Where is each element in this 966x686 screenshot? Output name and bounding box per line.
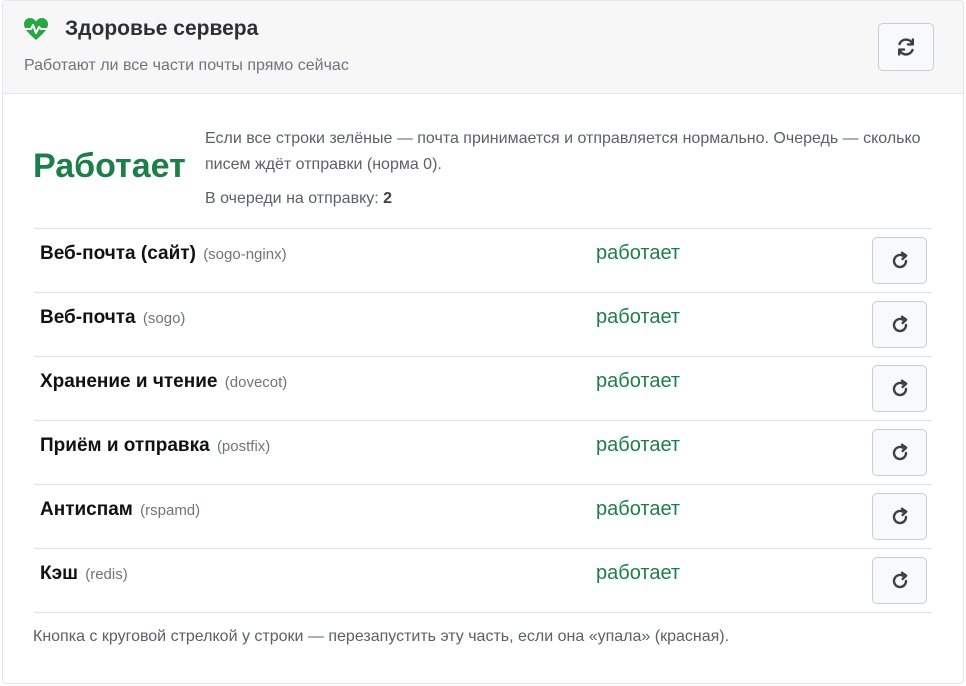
page-title: Здоровье сервера <box>65 17 259 40</box>
status-description: Если все строки зелёные — почта принимае… <box>205 130 921 173</box>
table-row: Приём и отправка (postfix) работает <box>34 420 932 484</box>
service-label: Веб-почта (сайт) <box>40 243 196 264</box>
restart-button[interactable] <box>872 301 927 348</box>
queue-info: В очереди на отправку: 2 <box>205 190 392 208</box>
table-row: Кэш (redis) работает <box>34 548 932 613</box>
service-id: (sogo) <box>142 310 186 327</box>
service-name: Приём и отправка (postfix) <box>40 435 270 457</box>
page-subtitle: Работают ли все части почты прямо сейчас <box>24 57 349 74</box>
refresh-icon <box>897 38 914 56</box>
service-status: работает <box>596 434 681 456</box>
restart-button[interactable] <box>872 493 927 540</box>
service-label: Антиспам <box>40 499 133 520</box>
service-status: работает <box>596 306 681 328</box>
service-id: (dovecot) <box>224 374 288 391</box>
restart-icon <box>892 507 907 524</box>
restart-icon <box>892 251 907 268</box>
service-name: Антиспам (rspamd) <box>40 499 200 521</box>
service-label: Приём и отправка <box>40 435 210 456</box>
service-id: (postfix) <box>216 438 271 455</box>
services-table: Веб-почта (сайт) (sogo-nginx) работает В… <box>34 228 932 613</box>
service-id: (rspamd) <box>140 502 201 519</box>
service-name: Кэш (redis) <box>40 563 128 585</box>
restart-button[interactable] <box>872 557 927 604</box>
service-name: Хранение и чтение (dovecot) <box>40 371 287 393</box>
service-status: работает <box>596 498 681 520</box>
table-row: Веб-почта (sogo) работает <box>34 292 932 356</box>
service-status: работает <box>596 562 681 584</box>
restart-icon <box>892 315 907 332</box>
table-row: Хранение и чтение (dovecot) работает <box>34 356 932 420</box>
service-status: работает <box>596 370 681 392</box>
refresh-all-button[interactable] <box>878 23 934 71</box>
restart-button[interactable] <box>872 237 927 284</box>
restart-icon <box>892 443 907 460</box>
service-id: (sogo-nginx) <box>203 246 287 263</box>
card-header: Здоровье сервера Работают ли все части п… <box>3 1 963 94</box>
restart-button[interactable] <box>872 365 927 412</box>
queue-count: 2 <box>383 190 393 207</box>
queue-label: В очереди на отправку: <box>205 190 379 207</box>
service-id: (redis) <box>85 566 128 583</box>
service-name: Веб-почта (сайт) (sogo-nginx) <box>40 243 287 265</box>
server-health-card: Здоровье сервера Работают ли все части п… <box>2 0 964 684</box>
service-name: Веб-почта (sogo) <box>40 307 185 329</box>
overall-status: Работает <box>33 147 186 185</box>
service-label: Хранение и чтение <box>40 371 218 392</box>
restart-icon <box>892 571 907 588</box>
table-row: Антиспам (rspamd) работает <box>34 484 932 548</box>
footer-note: Кнопка с круговой стрелкой у строки — пе… <box>33 628 730 645</box>
table-row: Веб-почта (сайт) (sogo-nginx) работает <box>34 228 932 292</box>
restart-icon <box>892 379 907 396</box>
service-status: работает <box>596 242 681 264</box>
heart-pulse-icon <box>24 18 48 40</box>
service-label: Кэш <box>40 563 78 584</box>
restart-button[interactable] <box>872 429 927 476</box>
service-label: Веб-почта <box>40 307 136 328</box>
